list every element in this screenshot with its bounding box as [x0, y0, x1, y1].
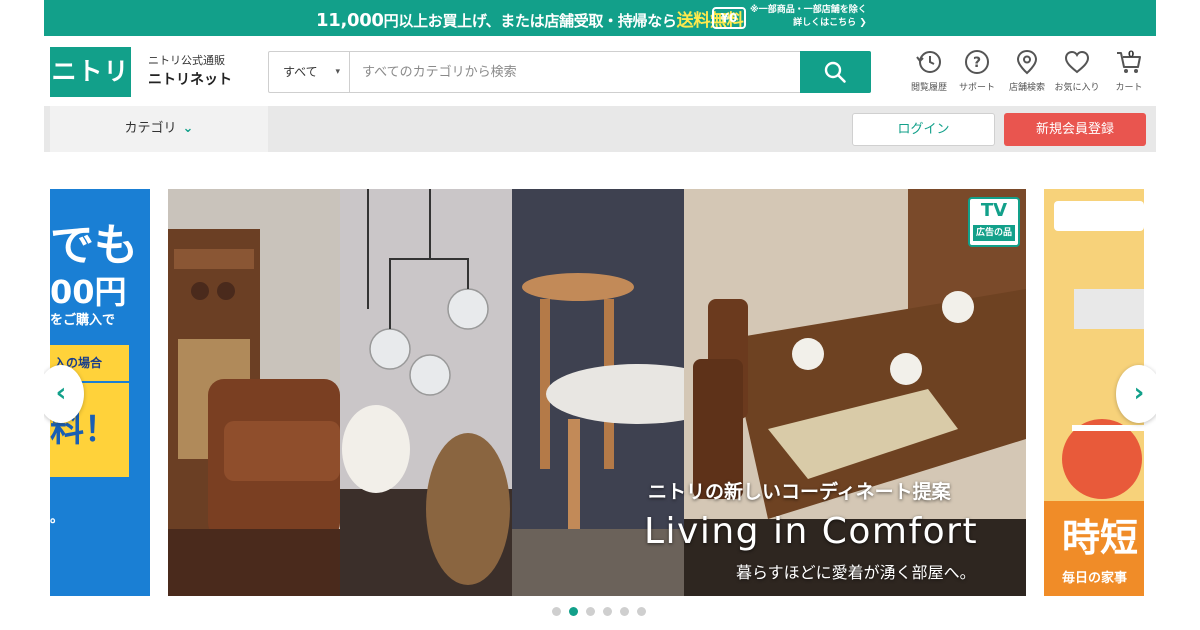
- support-button[interactable]: ? サポート: [950, 48, 1004, 98]
- favorites-button[interactable]: お気に入り: [1050, 48, 1104, 98]
- slide-caption-jp: ニトリの新しいコーディネート提案: [648, 481, 951, 503]
- slide-caption-sub: 暮らすほどに愛着が湧く部屋へ。: [736, 563, 976, 582]
- search-category-value: すべて: [283, 65, 318, 79]
- carousel-dot[interactable]: [552, 607, 561, 616]
- search-button[interactable]: [800, 51, 871, 93]
- carousel-dot[interactable]: [569, 607, 578, 616]
- cart-button[interactable]: 0 カート: [1102, 48, 1156, 98]
- tv-badge-sublabel: 広告の品: [973, 225, 1015, 241]
- site-header: ニトリ ニトリ公式通販 ニトリネット すべて ▾ すべてのカテゴリから検索 閲覧…: [44, 36, 1156, 106]
- slide-caption-en: Living in Comfort: [644, 511, 979, 552]
- header-icons: 閲覧履歴 ? サポート 店舗検索 お気に入り 0 カート: [902, 48, 1152, 98]
- svg-text:?: ?: [973, 55, 981, 71]
- promo-text-a: 円以上お買上げ、または店舗受取・持帰なら: [383, 12, 677, 30]
- brand-subtitle: ニトリ公式通販: [148, 54, 225, 67]
- brand-name[interactable]: ニトリネット: [148, 69, 232, 89]
- login-button[interactable]: ログイン: [852, 113, 995, 146]
- page: 11,000円以上お買上げ、または店舗受取・持帰なら送料無料 ¥0 ※一部商品・…: [44, 0, 1156, 630]
- carousel-slide-active[interactable]: TV 広告の品 ニトリの新しいコーディネート提案 Living in Comfo…: [168, 189, 1026, 596]
- history-label: 閲覧履歴: [910, 83, 947, 93]
- support-icon: ?: [965, 50, 989, 74]
- tv-badge-label: TV: [980, 200, 1008, 221]
- cart-label: カート: [1115, 83, 1143, 93]
- carousel-dot[interactable]: [620, 607, 629, 616]
- prev-slide-text-6: 。: [50, 510, 64, 526]
- promo-note[interactable]: ※一部商品・一部店舗を除く 詳しくはこちら ❯: [750, 4, 867, 30]
- carousel-dot[interactable]: [603, 607, 612, 616]
- prev-slide-text-1: でも: [50, 220, 138, 271]
- history-button[interactable]: 閲覧履歴: [902, 48, 956, 98]
- carousel-dot[interactable]: [637, 607, 646, 616]
- category-menu-label: カテゴリ: [124, 121, 177, 136]
- prev-slide-text-2: 00円: [50, 273, 127, 311]
- hero-carousel: でも 00円 をご購入で 入の場合 料！ 。 TV 広告の品 ニトリの新しいコー…: [44, 189, 1156, 596]
- category-menu-button[interactable]: カテゴリ ⌄: [50, 106, 268, 152]
- free-shipping-badge: ¥0: [712, 7, 746, 29]
- favorite-icon: [1064, 50, 1090, 74]
- search-input[interactable]: [351, 52, 799, 92]
- promo-text[interactable]: 11,000円以上お買上げ、または店舗受取・持帰なら送料無料: [316, 6, 744, 31]
- support-label: サポート: [958, 83, 995, 93]
- next-slide-text-2: 毎日の家事: [1062, 571, 1128, 586]
- promo-note-line1: ※一部商品・一部店舗を除く: [750, 5, 867, 15]
- next-slide-text-1: 時短: [1062, 516, 1139, 560]
- store-label: 店舗検索: [1008, 83, 1045, 93]
- promo-details-link[interactable]: 詳しくはこちら ❯: [750, 17, 867, 30]
- chevron-right-icon: ›: [1133, 378, 1145, 408]
- history-icon: [916, 51, 941, 73]
- carousel-dot[interactable]: [586, 607, 595, 616]
- store-icon: [1016, 49, 1038, 75]
- next-slide-image: [1054, 201, 1144, 499]
- chevron-down-icon: ▾: [335, 67, 340, 77]
- search-category-select[interactable]: すべて ▾: [269, 52, 350, 92]
- carousel-next-button[interactable]: ›: [1116, 365, 1156, 423]
- search-icon: [824, 61, 846, 83]
- promo-threshold: 11,000: [316, 10, 384, 31]
- carousel-pagination: [552, 607, 652, 619]
- nitori-logo[interactable]: ニトリ: [50, 47, 131, 97]
- favorite-label: お気に入り: [1054, 83, 1100, 93]
- tv-ad-badge: TV 広告の品: [968, 197, 1020, 247]
- search-bar: すべて ▾: [268, 51, 871, 93]
- store-search-button[interactable]: 店舗検索: [1000, 48, 1054, 98]
- prev-slide-text-3: をご購入で: [50, 313, 116, 328]
- cart-count: 0: [1128, 50, 1135, 60]
- chevron-left-icon: ‹: [55, 378, 67, 408]
- nav-bar: カテゴリ ⌄ ログイン 新規会員登録: [44, 106, 1156, 152]
- register-button[interactable]: 新規会員登録: [1004, 113, 1146, 146]
- promo-banner[interactable]: 11,000円以上お買上げ、または店舗受取・持帰なら送料無料 ¥0 ※一部商品・…: [44, 0, 1156, 36]
- chevron-down-icon: ⌄: [182, 121, 194, 136]
